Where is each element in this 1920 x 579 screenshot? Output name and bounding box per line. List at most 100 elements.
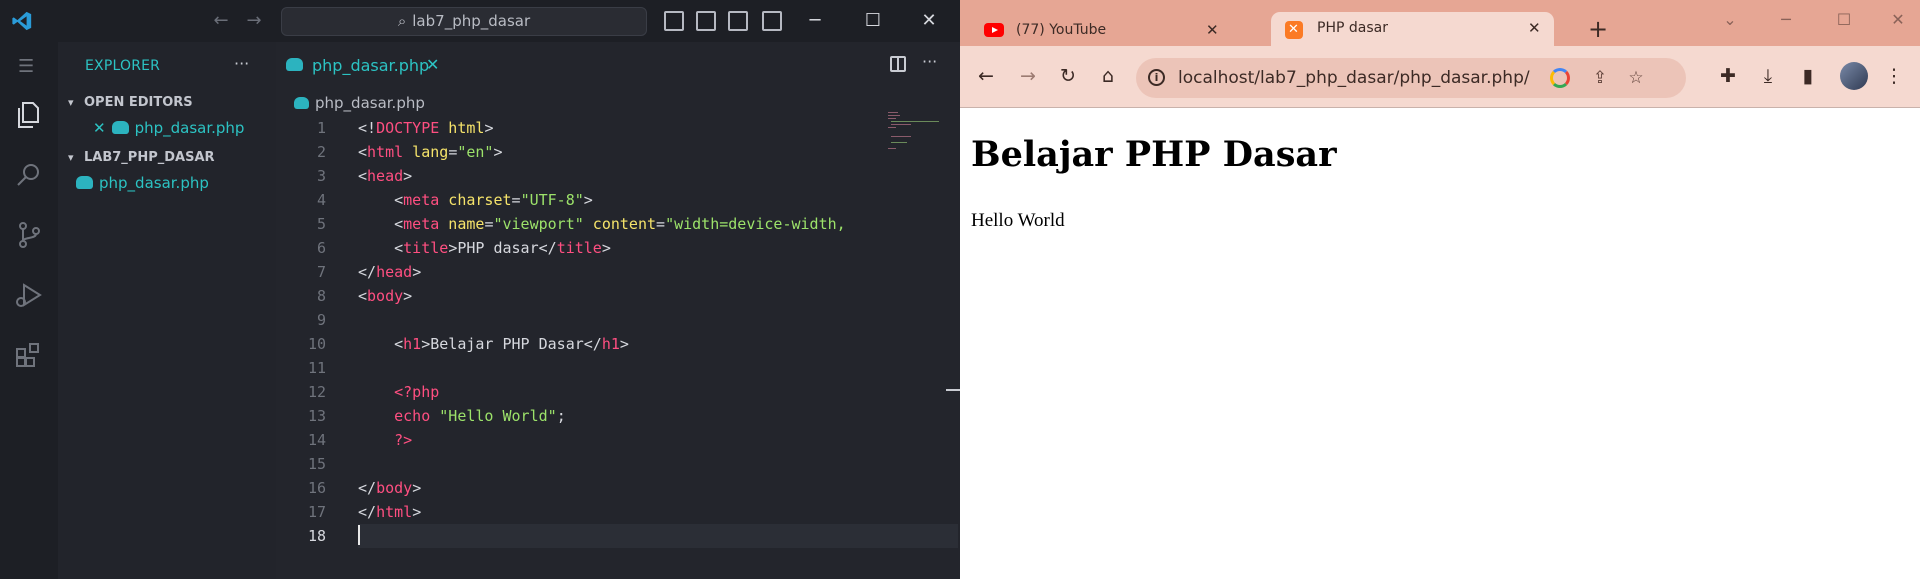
tab-youtube[interactable]: (77) YouTube ✕	[984, 14, 1224, 46]
code-line: 3 <head>	[276, 164, 876, 188]
split-editor-icon[interactable]	[890, 56, 906, 72]
code-line: 8 <body>	[276, 284, 876, 308]
maximize-icon[interactable]: ☐	[1832, 8, 1856, 32]
php-file-icon	[286, 58, 303, 71]
code-token: "viewport"	[493, 215, 584, 233]
code-token: <head>	[358, 164, 412, 188]
search-icon[interactable]	[14, 160, 44, 190]
vscode-window: ← → ⌕ lab7_php_dasar ─ ☐ ✕ ☰ EXPLORER ···…	[0, 0, 960, 579]
close-icon[interactable]: ✕	[1886, 8, 1910, 32]
code-token	[358, 524, 360, 548]
code-token: <title>PHP dasar</title>	[358, 236, 611, 260]
close-icon[interactable]: ✕	[916, 8, 942, 34]
home-icon[interactable]: ⌂	[1096, 64, 1120, 88]
code-line: 17 </html>	[276, 500, 876, 524]
explorer-icon[interactable]	[14, 100, 44, 130]
code-token: <	[358, 335, 404, 353]
code-token: <h1>Belajar PHP Dasar</h1>	[358, 332, 629, 356]
code-token: "Hello World"	[439, 407, 557, 425]
nav-forward-icon[interactable]: →	[243, 10, 265, 32]
project-folder-section[interactable]: ▾ LAB7_PHP_DASAR	[68, 150, 215, 165]
web-page-content: Belajar PHP Dasar Hello World	[960, 108, 1920, 579]
star-icon[interactable]: ☆	[1624, 66, 1648, 90]
minimize-icon[interactable]: ─	[1774, 8, 1798, 32]
code-token: <	[358, 215, 404, 233]
address-bar[interactable]: i localhost/lab7_php_dasar/php_dasar.php…	[1136, 58, 1686, 98]
code-token: ?>	[358, 431, 413, 449]
extensions-icon[interactable]	[14, 340, 44, 370]
toggle-sidebar-icon[interactable]	[664, 11, 684, 31]
line-number: 3	[316, 167, 326, 185]
run-debug-icon[interactable]	[14, 280, 44, 310]
close-editor-icon[interactable]: ✕	[93, 119, 106, 137]
new-tab-button[interactable]: +	[1588, 14, 1608, 44]
project-folder-label: LAB7_PHP_DASAR	[84, 150, 215, 165]
minimap-line	[888, 115, 900, 116]
line-number: 16	[307, 479, 326, 497]
reload-icon[interactable]: ↻	[1056, 64, 1080, 88]
explorer-more-button[interactable]: ···	[234, 54, 249, 73]
share-icon[interactable]: ⇪	[1588, 66, 1612, 90]
extensions-puzzle-icon[interactable]: ✚	[1716, 64, 1740, 88]
avatar[interactable]	[1840, 62, 1868, 90]
youtube-icon	[984, 23, 1004, 37]
nav-back-icon[interactable]: ←	[210, 10, 232, 32]
menu-icon[interactable]: ☰	[18, 56, 34, 77]
maximize-icon[interactable]: ☐	[860, 8, 886, 34]
code-token: name	[439, 215, 485, 233]
open-editor-item[interactable]: ✕ php_dasar.php	[93, 119, 244, 137]
code-token: DOCTYPE	[376, 119, 440, 137]
open-editors-section[interactable]: ▾ OPEN EDITORS	[68, 95, 193, 110]
xampp-icon	[1285, 14, 1303, 46]
minimap[interactable]	[888, 112, 944, 152]
line-number: 14	[307, 431, 326, 449]
minimize-icon[interactable]: ─	[802, 8, 828, 34]
tab-php-dasar[interactable]: PHP dasar ✕	[1271, 12, 1554, 46]
editor-tab-php-dasar[interactable]: php_dasar.php ✕	[276, 42, 452, 89]
code-token: title	[556, 239, 602, 257]
code-token: >	[619, 335, 629, 353]
customize-layout-icon[interactable]	[762, 11, 782, 31]
code-token: >	[601, 239, 611, 257]
minimap-line	[891, 142, 907, 143]
sidepanel-icon[interactable]: ▮	[1796, 64, 1820, 88]
toggle-panel-icon[interactable]	[696, 11, 716, 31]
download-icon[interactable]: ⤓	[1756, 64, 1780, 88]
line-number: 8	[316, 287, 326, 305]
chevron-down-icon: ▾	[68, 96, 74, 109]
minimap-line	[888, 148, 896, 149]
explorer-title: EXPLORER	[85, 58, 161, 74]
code-line: 14 ?>	[276, 428, 876, 452]
scrollbar-marker[interactable]	[946, 389, 960, 391]
forward-icon[interactable]: →	[1016, 64, 1040, 88]
code-token: >	[493, 143, 503, 161]
menu-icon[interactable]: ⋮	[1882, 64, 1906, 88]
google-icon[interactable]	[1550, 68, 1570, 88]
code-token: >Belajar PHP Dasar</	[421, 335, 602, 353]
close-tab-icon[interactable]: ✕	[1528, 12, 1541, 44]
toggle-secondary-sidebar-icon[interactable]	[728, 11, 748, 31]
code-token: <?php	[358, 383, 440, 401]
close-tab-icon[interactable]: ✕	[1206, 14, 1219, 46]
code-token: >	[412, 263, 422, 281]
code-token: <?php	[358, 380, 439, 404]
url-text[interactable]: localhost/lab7_php_dasar/php_dasar.php/	[1178, 68, 1530, 88]
tab-search-icon[interactable]: ⌄	[1718, 8, 1742, 32]
code-line: 5 <meta name="viewport" content="width=d…	[276, 212, 876, 236]
line-number: 12	[307, 383, 326, 401]
breadcrumb[interactable]: php_dasar.php	[294, 94, 425, 112]
tab-php-label: PHP dasar	[1317, 20, 1388, 36]
code-token: <html lang="en">	[358, 140, 503, 164]
line-number: 7	[316, 263, 326, 281]
minimap-line	[891, 121, 939, 122]
line-number: 2	[316, 143, 326, 161]
project-file-item[interactable]: php_dasar.php	[76, 174, 209, 192]
site-info-icon[interactable]: i	[1148, 69, 1165, 86]
close-tab-icon[interactable]: ✕	[426, 55, 439, 74]
editor-more-button[interactable]: ···	[922, 52, 937, 71]
code-token: ;	[556, 407, 566, 425]
source-control-icon[interactable]	[14, 220, 44, 250]
back-icon[interactable]: ←	[974, 64, 998, 88]
code-token: <!DOCTYPE html>	[358, 116, 493, 140]
command-center-search[interactable]: ⌕ lab7_php_dasar	[281, 7, 647, 36]
